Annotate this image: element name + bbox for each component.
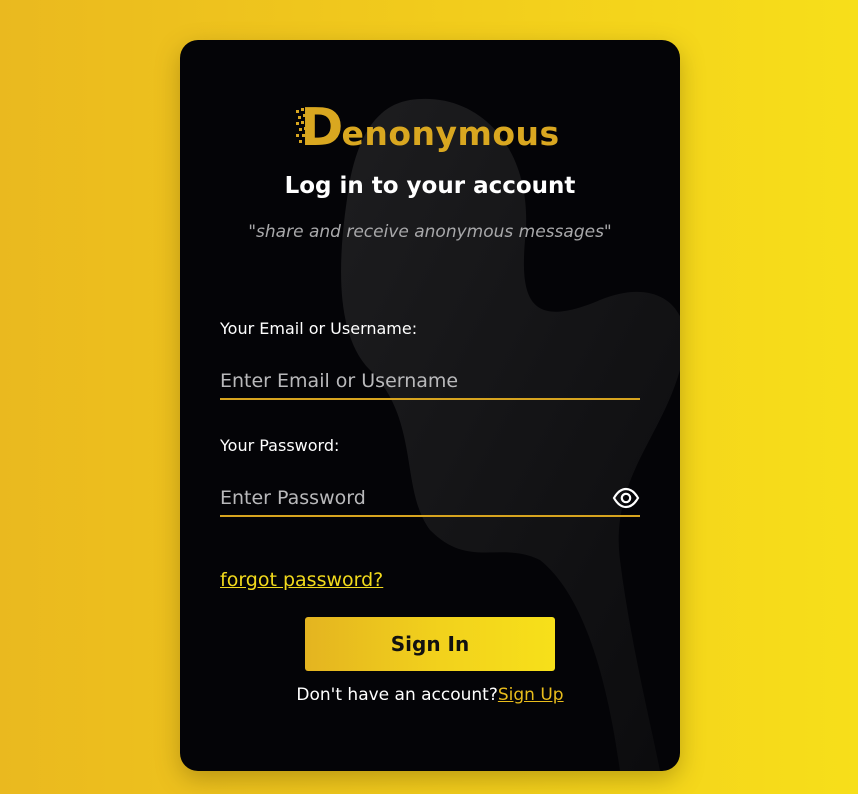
page-title: Log in to your account <box>284 173 576 199</box>
logo-text: enonymous <box>341 114 560 153</box>
logo-initial: D <box>300 98 343 158</box>
tagline: "share and receive anonymous messages" <box>248 222 612 242</box>
forgot-password-link[interactable]: forgot password? <box>220 569 383 591</box>
email-label: Your Email or Username: <box>220 319 418 338</box>
signup-prompt-text: Don't have an account? <box>296 685 498 705</box>
email-input[interactable] <box>220 364 600 398</box>
signup-prompt: Don't have an account?Sign Up <box>180 685 680 705</box>
password-field-wrapper <box>220 475 640 517</box>
email-field-wrapper <box>220 358 640 400</box>
eye-icon[interactable] <box>612 487 640 509</box>
password-label: Your Password: <box>220 436 340 455</box>
password-input[interactable] <box>220 481 600 515</box>
brand-logo: Denonymous <box>180 98 680 158</box>
sign-up-link[interactable]: Sign Up <box>498 685 564 705</box>
login-content: Denonymous Log in to your account "share… <box>180 40 680 771</box>
logo-wordmark: Denonymous <box>296 98 560 158</box>
login-card: Denonymous Log in to your account "share… <box>180 40 680 771</box>
sign-in-button[interactable]: Sign In <box>305 617 555 671</box>
